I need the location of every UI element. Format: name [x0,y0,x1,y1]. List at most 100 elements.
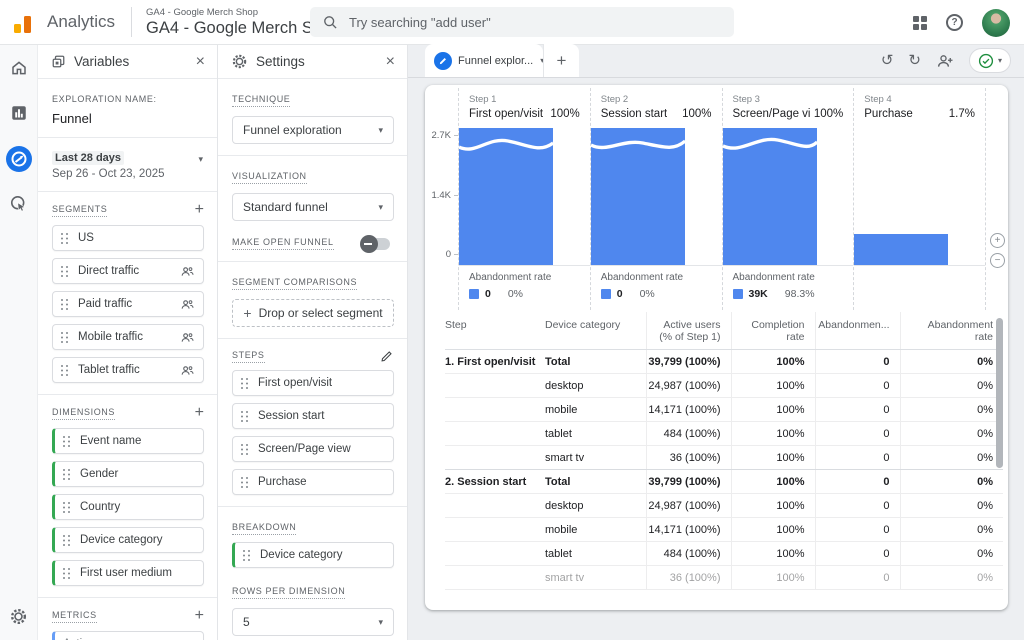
col-active-users[interactable]: Active users(% of Step 1) [646,312,731,350]
legend-swatch [733,289,743,299]
shared-audience-icon [180,363,195,378]
dimension-label: Country [80,501,120,513]
nav-advertising-icon[interactable] [9,194,28,212]
segment-chip-mobile[interactable]: Mobile traffic [52,324,204,350]
drag-handle-icon[interactable] [63,534,71,546]
close-icon[interactable]: × [386,54,395,70]
exploration-name-section: EXPLORATION NAME: Funnel [38,79,217,138]
dimension-label: Device category [80,534,162,546]
make-open-funnel-label: MAKE OPEN FUNNEL [232,237,334,250]
drag-handle-icon[interactable] [243,549,251,561]
breakdown-chip[interactable]: Device category [232,542,394,568]
step-chip[interactable]: Screen/Page view [232,436,394,462]
step-rate: 100% [810,108,843,120]
add-metric-icon[interactable]: + [195,608,204,624]
drag-handle-icon[interactable] [61,331,69,343]
rows-per-dimension-select[interactable]: 5▾ [232,608,394,636]
segment-chip-us[interactable]: US [52,225,204,251]
segment-label: US [78,232,94,244]
steps-label: STEPS [232,350,265,363]
step-chip[interactable]: Purchase [232,469,394,495]
nav-explore-icon-selected[interactable] [6,146,32,172]
date-preset: Last 28 days [52,151,124,165]
segment-drop-target[interactable]: +Drop or select segment [232,299,394,327]
chevron-down-icon[interactable]: ▾ [198,154,203,165]
user-avatar[interactable] [982,9,1010,37]
table-scrollbar[interactable] [996,318,1003,468]
segment-chip-direct[interactable]: Direct traffic [52,258,204,284]
undo-icon[interactable]: ↺ [881,53,894,68]
zoom-in-icon[interactable]: + [990,233,1005,248]
drag-handle-icon[interactable] [63,567,71,579]
apps-grid-icon[interactable] [913,16,927,30]
gear-icon [231,53,248,70]
dimension-chip[interactable]: First user medium [52,560,204,586]
table-row[interactable]: smart tv36 (100%)100%00% [445,446,1003,470]
col-abandonment-rate[interactable]: Abandonmentrate [900,312,1003,350]
funnel-bar[interactable] [591,128,685,265]
drag-handle-icon[interactable] [61,364,69,376]
segment-chip-paid[interactable]: Paid traffic [52,291,204,317]
visualization-select[interactable]: Standard funnel▾ [232,193,394,221]
metric-chip[interactable]: Active users [52,631,204,640]
table-row[interactable]: tablet484 (100%)100%00% [445,542,1003,566]
segment-chip-tablet[interactable]: Tablet traffic [52,357,204,383]
drag-handle-icon[interactable] [241,410,249,422]
add-segment-icon[interactable]: + [195,202,204,218]
segment-label: Mobile traffic [78,331,143,343]
nav-reports-icon[interactable] [10,104,28,122]
add-tab-button[interactable]: + [543,44,579,77]
chevron-down-icon: ▾ [378,617,383,628]
step-chip[interactable]: Session start [232,403,394,429]
dimension-chip[interactable]: Gender [52,461,204,487]
date-range-picker[interactable]: Last 28 days Sep 26 - Oct 23, 2025 ▾ [38,138,217,192]
funnel-bar[interactable] [723,128,817,265]
drag-handle-icon[interactable] [61,265,69,277]
dimension-chip[interactable]: Device category [52,527,204,553]
funnel-bar[interactable] [459,128,553,265]
nav-home-icon[interactable] [10,59,28,77]
admin-gear-icon[interactable] [9,607,28,626]
saved-status-pill[interactable]: ▾ [969,48,1011,73]
search-input[interactable] [349,15,689,30]
search-bar[interactable] [310,7,734,37]
table-row[interactable]: smart tv36 (100%)100%00% [445,566,1003,590]
step-chip[interactable]: First open/visit [232,370,394,396]
table-row[interactable]: mobile14,171 (100%)100%00% [445,518,1003,542]
col-completion-rate[interactable]: Completionrate [731,312,815,350]
drag-handle-icon[interactable] [241,443,249,455]
drag-handle-icon[interactable] [241,377,249,389]
redo-icon[interactable]: ↻ [908,53,921,68]
dimension-label: First user medium [80,567,172,579]
dimension-chip[interactable]: Event name [52,428,204,454]
tab-funnel-exploration[interactable]: Funnel explor... ▾ [425,44,543,77]
table-row[interactable]: desktop24,987 (100%)100%00% [445,494,1003,518]
technique-select[interactable]: Funnel exploration▾ [232,116,394,144]
funnel-bar[interactable] [854,234,948,266]
add-dimension-icon[interactable]: + [195,405,204,421]
analytics-logo-icon[interactable] [14,11,38,33]
share-add-user-icon[interactable] [936,52,954,70]
table-row[interactable]: mobile14,171 (100%)100%00% [445,398,1003,422]
table-row[interactable]: desktop24,987 (100%)100%00% [445,374,1003,398]
exploration-name-value[interactable]: Funnel [52,111,204,126]
table-row[interactable]: 2. Session startTotal39,799 (100%)100%00… [445,470,1003,494]
close-icon[interactable]: × [196,54,205,70]
drag-handle-icon[interactable] [63,501,71,513]
abandonment-value: 0 [485,288,491,300]
drag-handle-icon[interactable] [63,468,71,480]
table-row[interactable]: tablet484 (100%)100%00% [445,422,1003,446]
edit-steps-pencil-icon[interactable] [380,349,394,363]
drag-handle-icon[interactable] [241,476,249,488]
help-icon[interactable]: ? [946,14,963,31]
col-step[interactable]: Step [445,312,545,350]
drag-handle-icon[interactable] [63,435,71,447]
table-row[interactable]: 1. First open/visitTotal39,799 (100%)100… [445,350,1003,374]
dimension-chip[interactable]: Country [52,494,204,520]
make-open-funnel-toggle[interactable] [362,238,390,250]
col-device-category[interactable]: Device category [545,312,646,350]
drag-handle-icon[interactable] [61,298,69,310]
col-abandonment[interactable]: Abandonmen... [815,312,900,350]
zoom-out-icon[interactable]: − [990,253,1005,268]
drag-handle-icon[interactable] [61,232,69,244]
